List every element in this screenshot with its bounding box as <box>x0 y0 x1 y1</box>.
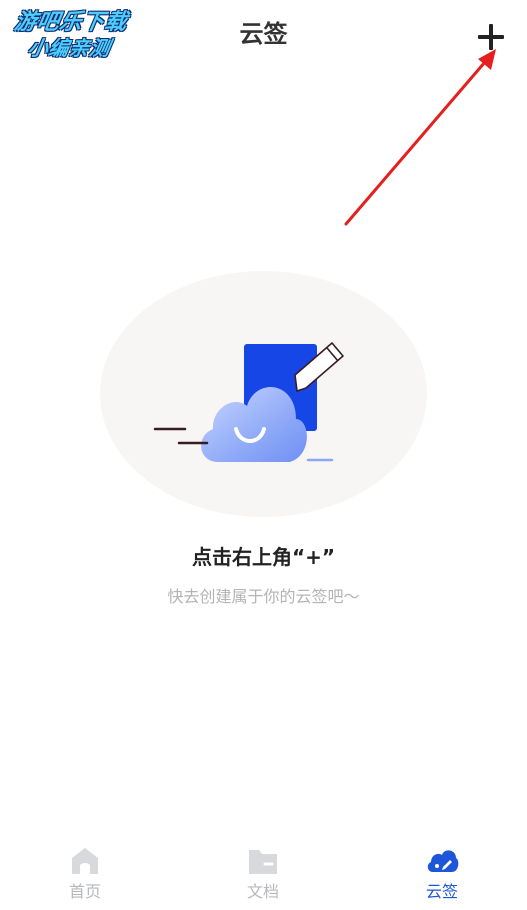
cloud-sign-icon <box>427 850 459 872</box>
home-icon <box>72 848 98 874</box>
empty-illustration <box>100 271 427 517</box>
nav-label-home: 首页 <box>68 882 101 901</box>
cloud-document-illustration <box>100 271 427 517</box>
nav-label-documents: 文档 <box>246 882 279 901</box>
empty-state-subtitle: 快去创建属于你的云签吧～ <box>167 587 360 606</box>
nav-item-cloud-sign[interactable]: 云签 <box>387 838 497 910</box>
plus-icon <box>478 24 504 50</box>
folder-icon <box>249 850 277 874</box>
nav-label-cloud-sign: 云签 <box>425 882 458 901</box>
nav-item-documents[interactable]: 文档 <box>208 838 318 910</box>
page-title: 云签 <box>239 20 288 48</box>
add-button[interactable] <box>470 16 512 58</box>
empty-state-title: 点击右上角“+” <box>191 545 336 569</box>
bottom-nav: 首页 文档 云签 <box>0 838 527 910</box>
nav-item-home[interactable]: 首页 <box>30 838 140 910</box>
